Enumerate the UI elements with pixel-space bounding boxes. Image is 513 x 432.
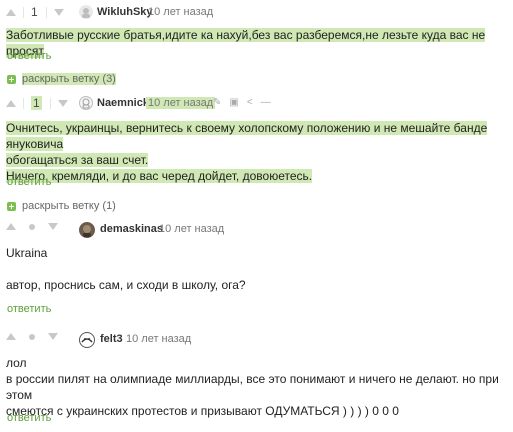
avatar[interactable] — [79, 5, 93, 19]
vote-separator — [49, 97, 51, 109]
share-icon[interactable]: < — [247, 97, 253, 108]
upvote-icon[interactable] — [6, 8, 16, 16]
comment-line: смеются с украинских протестов и призыва… — [6, 404, 399, 418]
comment-text: лол в россии пилят на олимпиаде миллиард… — [6, 355, 506, 419]
downvote-icon[interactable] — [57, 99, 68, 107]
upvote-icon[interactable] — [6, 333, 16, 340]
timestamp[interactable]: 10 лет назад — [126, 333, 191, 345]
comment-line — [6, 261, 506, 277]
expand-label: раскрыть ветку (3) — [22, 73, 116, 85]
downvote-icon[interactable] — [53, 8, 64, 16]
reply-link[interactable]: ответить — [7, 412, 51, 424]
score: 1 — [31, 96, 42, 110]
comment-line: Ukraina — [6, 246, 48, 260]
dash-icon[interactable]: — — [261, 97, 271, 108]
pencil-icon[interactable]: ✎ — [213, 97, 221, 108]
downvote-icon[interactable] — [48, 333, 58, 340]
vote-separator — [23, 97, 24, 109]
downvote-icon[interactable] — [48, 223, 58, 230]
comment-line: Заботливые русские братья,идите ка нахуй… — [6, 28, 486, 58]
comment-line: обогащаться за ваш счет. — [6, 153, 149, 167]
timestamp[interactable]: 10 лет назад — [148, 6, 213, 18]
comment-text: Ukraina автор, проснись сам, и сходи в ш… — [6, 245, 506, 293]
vote-separator — [45, 6, 47, 18]
expand-label: раскрыть ветку (1) — [22, 200, 116, 212]
upvote-icon[interactable] — [6, 223, 16, 230]
author-name[interactable]: Naemnick — [97, 97, 149, 109]
vote-bar-4 — [6, 333, 58, 340]
reply-link[interactable]: ответить — [7, 50, 51, 62]
timestamp[interactable]: 10 лет назад — [159, 223, 224, 235]
comment-line: автор, проснись сам, и сходи в школу, ог… — [6, 278, 246, 292]
neutral-dot-icon — [29, 223, 35, 230]
vote-separator — [23, 6, 24, 18]
plus-square-icon — [7, 201, 16, 211]
comment-text: Заботливые русские братья,идите ка нахуй… — [6, 27, 506, 59]
plus-square-icon — [7, 74, 16, 84]
comment-tools: ✎ ▣ < — — [213, 97, 271, 108]
expand-thread-button[interactable]: раскрыть ветку (3) — [7, 73, 116, 85]
vote-bar-2: 1 — [6, 96, 68, 110]
floppy-icon[interactable]: ▣ — [229, 97, 238, 108]
vote-bar-3 — [6, 223, 58, 230]
avatar[interactable] — [79, 222, 95, 238]
author-name[interactable]: felt3 — [100, 333, 123, 345]
avatar[interactable] — [79, 332, 95, 348]
score: 1 — [31, 5, 38, 19]
comment-line: лол — [6, 356, 27, 370]
comment-text: Очнитесь, украинцы, вернитесь к своему х… — [6, 120, 506, 184]
comment-line: Ничего, кремляди, и до вас черед дойдет,… — [6, 169, 313, 183]
comment-line: Очнитесь, украинцы, вернитесь к своему х… — [6, 121, 488, 151]
vote-bar-1: 1 — [6, 5, 64, 19]
neutral-dot-icon — [29, 333, 35, 340]
upvote-icon[interactable] — [6, 99, 16, 107]
reply-link[interactable]: ответить — [7, 303, 51, 315]
reply-link[interactable]: ответить — [7, 176, 51, 188]
author-name[interactable]: demaskinas — [100, 223, 163, 235]
author-name[interactable]: WikluhSky — [97, 6, 153, 18]
expand-thread-button[interactable]: раскрыть ветку (1) — [7, 200, 116, 212]
timestamp[interactable]: 10 лет назад — [146, 97, 216, 109]
comment-line: в россии пилят на олимпиаде миллиарды, в… — [6, 372, 499, 402]
avatar[interactable] — [79, 96, 93, 110]
